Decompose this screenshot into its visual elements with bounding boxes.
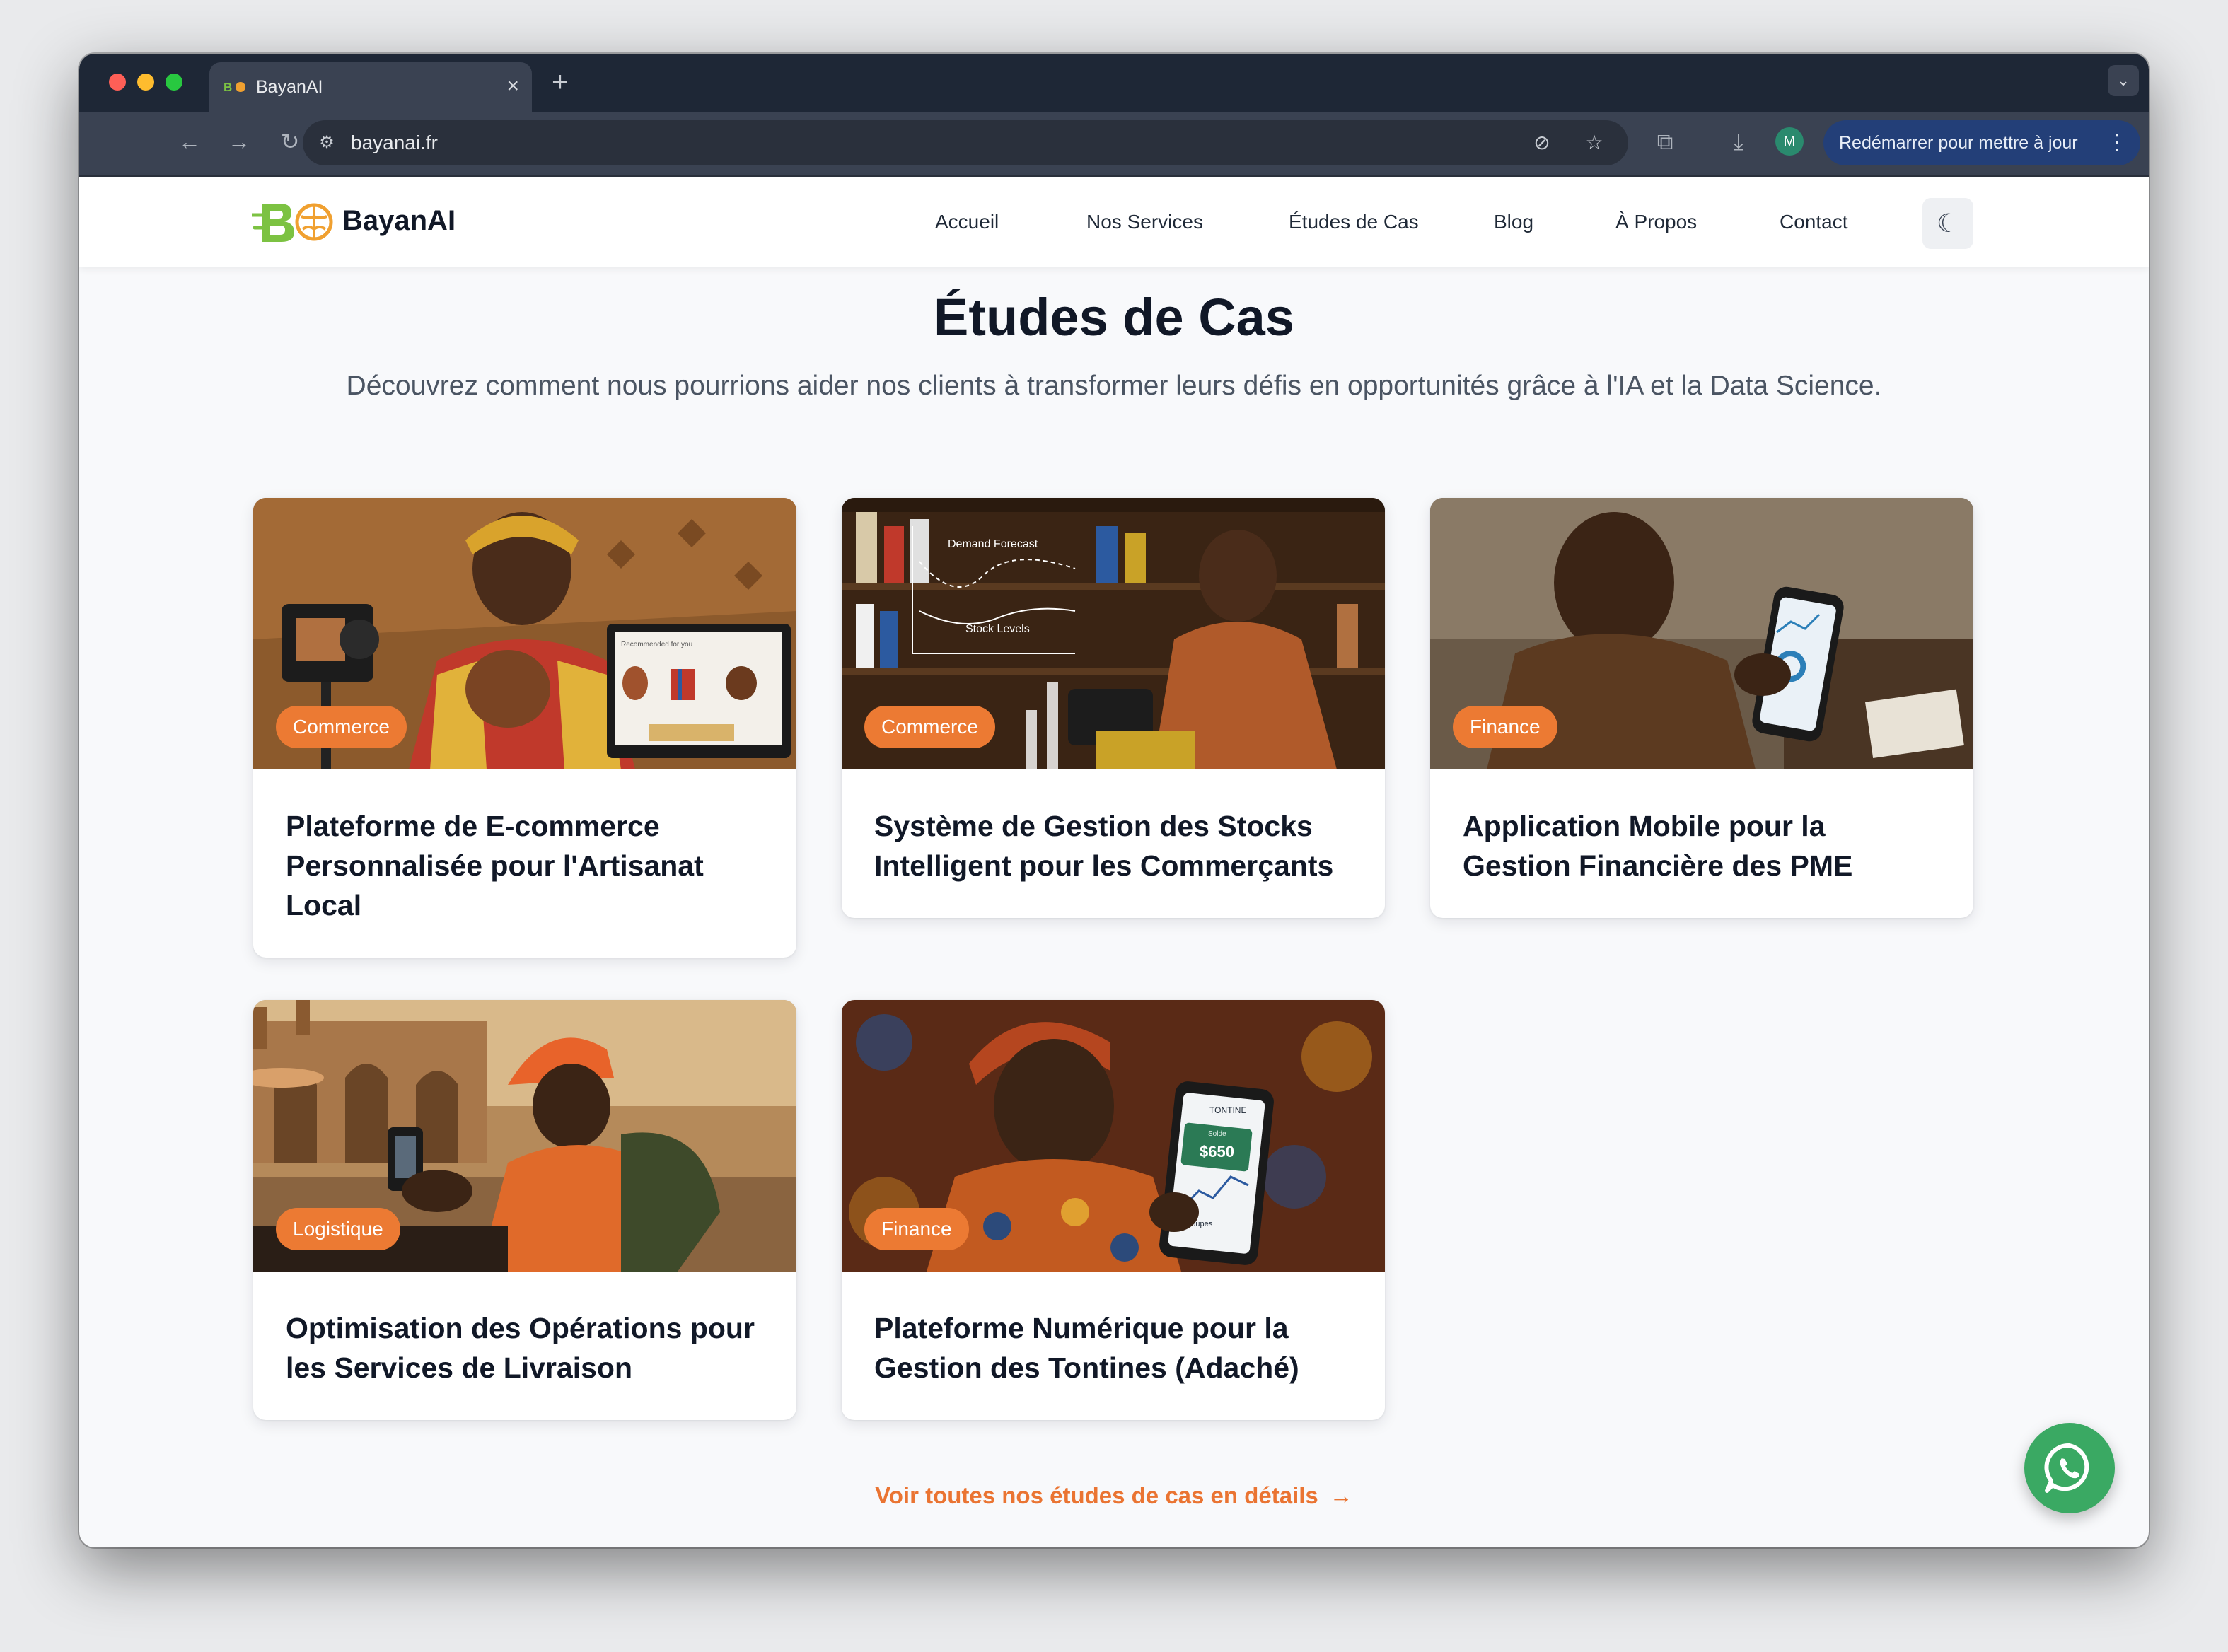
case-study-card[interactable]: Recommended for you Commerce Plateforme … — [253, 498, 796, 958]
case-study-card[interactable]: Finance Application Mobile pour la Gesti… — [1430, 498, 1973, 918]
forward-icon[interactable]: → — [225, 127, 253, 156]
arrow-right-icon: → — [1329, 1482, 1353, 1508]
card-title[interactable]: Application Mobile pour la Gestion Finan… — [1430, 769, 1973, 918]
category-badge: Commerce — [864, 706, 995, 748]
chart-demand-label: Demand Forecast — [948, 538, 1038, 550]
brand-name[interactable]: BayanAI — [342, 205, 456, 237]
more-menu-icon[interactable]: ⋮ — [2106, 120, 2128, 165]
site-header: BayanAI Accueil Nos Services Études de C… — [79, 177, 2149, 267]
category-badge: Logistique — [276, 1208, 400, 1250]
minimize-window-button[interactable] — [137, 74, 154, 91]
extensions-icon[interactable]: ⧉ — [1651, 127, 1679, 156]
card-image-mobile-finance[interactable]: Finance — [1430, 498, 1973, 769]
chart-stock-label: Stock Levels — [965, 623, 1030, 635]
reload-icon[interactable]: ↻ — [276, 127, 304, 156]
page-subtitle: Découvrez comment nous pourrions aider n… — [346, 371, 1882, 401]
laptop-caption: Recommended for you — [621, 641, 692, 648]
profile-avatar[interactable]: M — [1775, 127, 1804, 156]
phone-balance-label: Solde — [1208, 1130, 1226, 1138]
card-title[interactable]: Système de Gestion des Stocks Intelligen… — [842, 769, 1385, 918]
tab-title: BayanAI — [256, 77, 323, 97]
card-title[interactable]: Optimisation des Opérations pour les Ser… — [253, 1272, 796, 1420]
browser-toolbar: ← → ↻ ⌂ ⚙ bayanai.fr ⊘ ☆ ⧉ ⤓ M Redémarre… — [79, 112, 2149, 177]
site-info-icon[interactable]: ⚙ — [315, 132, 338, 154]
nav-nos-services[interactable]: Nos Services — [1086, 211, 1203, 233]
card-title[interactable]: Plateforme Numérique pour la Gestion des… — [842, 1272, 1385, 1420]
tab-close-icon[interactable]: × — [506, 74, 519, 99]
case-study-card[interactable]: Logistique Optimisation des Opérations p… — [253, 1000, 796, 1420]
whatsapp-button[interactable] — [2024, 1423, 2115, 1513]
update-button[interactable]: Redémarrer pour mettre à jour ⋮ — [1823, 120, 2140, 165]
moon-icon[interactable]: ☾ — [1922, 198, 1973, 249]
address-bar[interactable]: ⚙ bayanai.fr ⊘ ☆ — [303, 120, 1628, 165]
see-all-link[interactable]: Voir toutes nos études de cas en détails… — [79, 1482, 2149, 1509]
category-badge: Finance — [864, 1208, 969, 1250]
favicon-icon: B — [224, 81, 245, 94]
download-icon[interactable]: ⤓ — [1724, 127, 1753, 156]
bayanai-logo-icon[interactable] — [252, 199, 334, 245]
tab-strip: B BayanAI × + ⌄ — [79, 54, 2149, 112]
close-window-button[interactable] — [109, 74, 126, 91]
nav-blog[interactable]: Blog — [1494, 211, 1533, 233]
card-title[interactable]: Plateforme de E-commerce Personnalisée p… — [253, 769, 796, 958]
card-image-tontine[interactable]: TONTINE Solde $650 Groupes Finance — [842, 1000, 1385, 1272]
category-badge: Finance — [1453, 706, 1557, 748]
category-badge: Commerce — [276, 706, 407, 748]
phone-balance: $650 — [1200, 1143, 1234, 1161]
browser-tab[interactable]: B BayanAI × — [209, 62, 532, 112]
tab-search-button[interactable]: ⌄ — [2108, 65, 2139, 96]
bookmark-star-icon[interactable]: ☆ — [1582, 130, 1607, 156]
nav-etudes-de-cas[interactable]: Études de Cas — [1289, 211, 1419, 233]
eye-off-icon[interactable]: ⊘ — [1529, 130, 1555, 156]
new-tab-button[interactable]: + — [552, 66, 568, 98]
browser-window: B BayanAI × + ⌄ ← → ↻ ⌂ ⚙ bayanai.fr ⊘ ☆… — [79, 54, 2149, 1547]
card-image-stock[interactable]: Demand Forecast Stock Levels Commerce — [842, 498, 1385, 769]
svg-text:B: B — [224, 81, 232, 94]
update-button-label: Redémarrer pour mettre à jour — [1839, 133, 2078, 153]
whatsapp-icon — [2044, 1443, 2089, 1493]
nav-contact[interactable]: Contact — [1780, 211, 1848, 233]
back-icon[interactable]: ← — [175, 127, 204, 156]
nav-a-propos[interactable]: À Propos — [1615, 211, 1697, 233]
maximize-window-button[interactable] — [166, 74, 182, 91]
card-image-artisan[interactable]: Recommended for you Commerce — [253, 498, 796, 769]
phone-header: TONTINE — [1209, 1105, 1246, 1115]
nav-accueil[interactable]: Accueil — [935, 211, 999, 233]
card-image-delivery[interactable]: Logistique — [253, 1000, 796, 1272]
url-text[interactable]: bayanai.fr — [351, 132, 438, 154]
case-study-card[interactable]: TONTINE Solde $650 Groupes Finance Plate… — [842, 1000, 1385, 1420]
see-all-label: Voir toutes nos études de cas en détails — [875, 1482, 1318, 1508]
page-title: Études de Cas — [934, 288, 1294, 347]
case-study-card[interactable]: Demand Forecast Stock Levels Commerce Sy… — [842, 498, 1385, 918]
